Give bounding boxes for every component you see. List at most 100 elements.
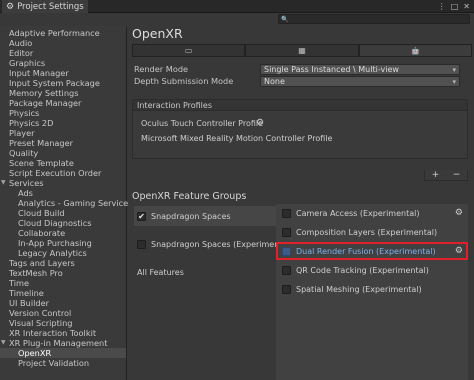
render-mode-value: Single Pass Instanced \ Multi-view <box>264 64 399 74</box>
sidebar-item-audio[interactable]: Audio <box>0 38 126 48</box>
feature-row-qr-code-tracking[interactable]: QR Code Tracking (Experimental) <box>276 261 468 279</box>
group-item-snapdragon-spaces-experimental[interactable]: Snapdragon Spaces (Experimental) <box>134 234 293 254</box>
sidebar-item-timeline[interactable]: Timeline <box>0 288 126 298</box>
sidebar-item-tags-and-layers[interactable]: Tags and Layers <box>0 258 126 268</box>
interaction-profiles: Interaction Profiles Oculus Touch Contro… <box>132 99 468 159</box>
interaction-profiles-header: Interaction Profiles <box>133 100 467 111</box>
tab-android[interactable]: 🤖 <box>358 44 472 57</box>
sidebar-item-visual-scripting[interactable]: Visual Scripting <box>0 318 126 328</box>
sidebar-item-script-execution-order[interactable]: Script Execution Order <box>0 168 126 178</box>
sidebar-item-cloud-build[interactable]: Cloud Build <box>0 208 126 218</box>
sidebar-item-package-manager[interactable]: Package Manager <box>0 98 126 108</box>
feature-checkbox[interactable] <box>282 208 291 218</box>
sidebar-item-physics[interactable]: Physics <box>0 108 126 118</box>
sidebar-item-player[interactable]: Player <box>0 128 126 138</box>
sidebar-item-time[interactable]: Time <box>0 278 126 288</box>
sidebar-item-ui-builder[interactable]: UI Builder <box>0 298 126 308</box>
sidebar-item-label: Services <box>9 178 44 188</box>
page-title: OpenXR <box>132 26 183 41</box>
platform-tabs: ▭ ▦ 🤖 <box>132 44 472 57</box>
depth-submission-dropdown[interactable]: None ▾ <box>260 75 460 87</box>
group-label: Snapdragon Spaces (Experimental) <box>151 239 293 249</box>
chevron-down-icon: ▾ <box>452 65 456 74</box>
profile-label: Oculus Touch Controller Profile <box>141 119 264 128</box>
profile-item[interactable]: Microsoft Mixed Reality Motion Controlle… <box>141 133 332 144</box>
feature-checkbox[interactable] <box>282 265 291 275</box>
gear-icon[interactable]: ⚙ <box>455 204 463 222</box>
feature-row-spatial-meshing[interactable]: Spatial Meshing (Experimental) <box>276 280 468 298</box>
render-mode-label: Render Mode <box>134 64 189 74</box>
sidebar-item-services[interactable]: ▼ Services <box>0 178 126 188</box>
sidebar-item-version-control[interactable]: Version Control <box>0 308 126 318</box>
sidebar-item-legacy-analytics[interactable]: Legacy Analytics <box>0 248 126 258</box>
sidebar-item-cloud-diagnostics[interactable]: Cloud Diagnostics <box>0 218 126 228</box>
android-icon: 🤖 <box>410 46 420 55</box>
feature-checkbox[interactable] <box>282 227 291 237</box>
depth-submission-value: None <box>264 76 285 86</box>
depth-submission-label: Depth Submission Mode <box>134 76 234 86</box>
expand-arrow-icon[interactable]: ▼ <box>1 178 6 188</box>
sidebar: Adaptive Performance Audio Editor Graphi… <box>0 26 132 380</box>
group-checkbox[interactable]: ✔ <box>137 211 146 221</box>
tab-standalone[interactable]: ▭ <box>132 44 246 57</box>
profile-item[interactable]: Oculus Touch Controller Profile <box>141 118 263 129</box>
more-icon[interactable]: ⋮ <box>438 2 446 11</box>
sidebar-item-ads[interactable]: Ads <box>0 188 126 198</box>
feature-label: QR Code Tracking (Experimental) <box>296 265 429 275</box>
group-item-snapdragon-spaces[interactable]: ✔ Snapdragon Spaces <box>134 206 276 226</box>
sidebar-item-collaborate[interactable]: Collaborate <box>0 228 126 238</box>
maximize-icon[interactable]: □ <box>451 2 459 11</box>
feature-label: Composition Layers (Experimental) <box>296 227 438 237</box>
sidebar-item-xr-plugin-management[interactable]: ▼ XR Plug-in Management <box>0 338 126 348</box>
close-icon[interactable]: ✕ <box>463 2 470 11</box>
sidebar-item-input-manager[interactable]: Input Manager <box>0 68 126 78</box>
sidebar-item-memory-settings[interactable]: Memory Settings <box>0 88 126 98</box>
feature-label: Dual Render Fusion (Experimental) <box>296 246 436 256</box>
tab-windows-store[interactable]: ▦ <box>245 44 359 57</box>
add-profile-button[interactable]: + <box>432 170 440 180</box>
feature-row-camera-access[interactable]: Camera Access (Experimental) ⚙ <box>276 204 468 222</box>
sidebar-item-editor[interactable]: Editor <box>0 48 126 58</box>
gear-icon[interactable]: ⚙ <box>455 242 463 260</box>
sidebar-item-textmesh-pro[interactable]: TextMesh Pro <box>0 268 126 278</box>
feature-row-composition-layers[interactable]: Composition Layers (Experimental) <box>276 223 468 241</box>
feature-label: Spatial Meshing (Experimental) <box>296 284 422 294</box>
render-mode-row: Render Mode Single Pass Instanced \ Mult… <box>134 63 460 75</box>
sidebar-item-graphics[interactable]: Graphics <box>0 58 126 68</box>
chevron-down-icon: ▾ <box>452 77 456 86</box>
feature-row-dual-render-fusion[interactable]: Dual Render Fusion (Experimental) ⚙ <box>276 242 468 260</box>
feature-label: Camera Access (Experimental) <box>296 208 420 218</box>
remove-profile-button[interactable]: − <box>453 170 461 180</box>
grid-icon: ▦ <box>298 46 306 55</box>
render-mode-dropdown[interactable]: Single Pass Instanced \ Multi-view ▾ <box>260 63 460 75</box>
window-title: Project Settings <box>17 1 84 12</box>
feature-checkbox[interactable] <box>282 284 291 294</box>
sidebar-item-label: XR Plug-in Management <box>9 338 108 348</box>
group-checkbox[interactable] <box>137 239 146 249</box>
feature-groups-list: ✔ Snapdragon Spaces Snapdragon Spaces (E… <box>134 204 293 380</box>
profile-list-controls: + − <box>424 170 468 181</box>
sidebar-item-physics-2d[interactable]: Physics 2D <box>0 118 126 128</box>
feature-checkbox[interactable] <box>282 246 291 256</box>
group-item-all-features[interactable]: All Features <box>134 262 276 282</box>
window-tab[interactable]: ⚙ Project Settings <box>2 0 88 13</box>
sidebar-item-analytics-gaming-services[interactable]: Analytics - Gaming Services <box>0 198 132 208</box>
title-bar: ⚙ Project Settings ⋮ □ ✕ <box>0 0 474 13</box>
window-controls: ⋮ □ ✕ <box>438 0 470 13</box>
sidebar-item-xr-interaction-toolkit[interactable]: XR Interaction Toolkit <box>0 328 126 338</box>
gear-icon[interactable]: ⚙ <box>256 118 264 129</box>
sidebar-item-quality[interactable]: Quality <box>0 148 126 158</box>
sidebar-item-openxr[interactable]: OpenXR <box>0 348 126 358</box>
main-panel: OpenXR ▭ ▦ 🤖 Render Mode Single Pass Ins… <box>128 26 474 380</box>
check-icon: ✔ <box>138 211 145 221</box>
sidebar-item-preset-manager[interactable]: Preset Manager <box>0 138 126 148</box>
sidebar-item-adaptive-performance[interactable]: Adaptive Performance <box>0 28 126 38</box>
sidebar-item-input-system-package[interactable]: Input System Package <box>0 78 126 88</box>
sidebar-item-scene-template[interactable]: Scene Template <box>0 158 126 168</box>
search-icon: 🔍 <box>281 15 289 23</box>
depth-submission-row: Depth Submission Mode None ▾ <box>134 75 460 87</box>
expand-arrow-icon[interactable]: ▼ <box>1 338 6 348</box>
sidebar-item-project-validation[interactable]: Project Validation <box>0 358 126 368</box>
sidebar-item-in-app-purchasing[interactable]: In-App Purchasing <box>0 238 126 248</box>
search-input[interactable]: 🔍 <box>278 14 470 24</box>
